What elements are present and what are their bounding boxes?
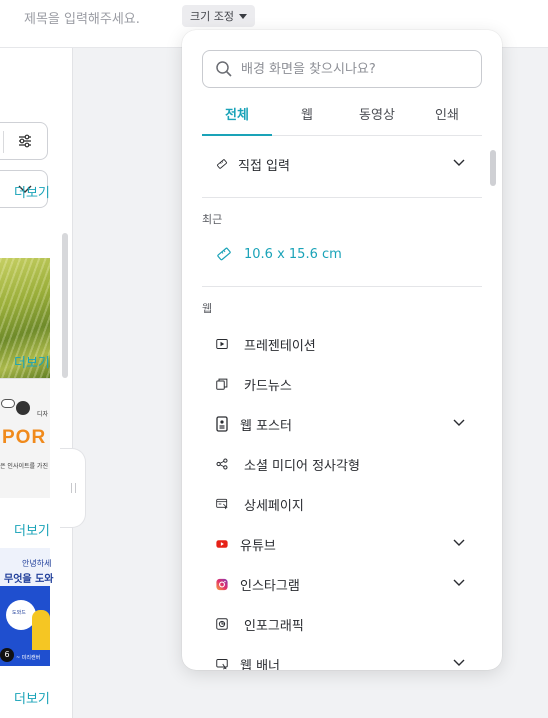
chevron-down-icon xyxy=(453,159,465,166)
thumbnail-tag: 디자 xyxy=(37,411,49,418)
thumbnail-subtitle: 은 인사이트를 가진 xyxy=(0,463,48,470)
divider xyxy=(3,131,4,153)
caret-down-icon xyxy=(238,13,247,19)
size-item-social-square[interactable]: 소셜 미디어 정사각형 xyxy=(202,446,482,482)
ruler-icon xyxy=(202,154,228,174)
page-count-badge: 6 xyxy=(0,648,14,662)
panel-drag-handle[interactable] xyxy=(60,448,86,528)
banner-icon xyxy=(202,654,228,670)
grip-icon xyxy=(71,483,76,493)
size-item-label: 소셜 미디어 정사각형 xyxy=(244,458,360,474)
left-panel: 더보기 더보기 디자 POR 은 인사이트를 가진 더보기 안녕하세 무엇을 도… xyxy=(0,48,73,718)
thumbnail-line: 안녕하세 xyxy=(22,559,52,568)
search-input[interactable] xyxy=(241,61,461,77)
size-item-cardnews[interactable]: 카드뉴스 xyxy=(202,366,482,402)
tab-bar: 전체 웹 동영상 인쇄 xyxy=(202,98,482,136)
thumbnail-figure xyxy=(32,610,50,650)
tab-web[interactable]: 웹 xyxy=(272,98,342,135)
resize-button[interactable]: 크기 조정 xyxy=(182,5,255,27)
cards-icon xyxy=(202,374,228,394)
size-item-infographic[interactable]: 인포그래픽 xyxy=(202,606,482,642)
size-item-web-banner[interactable]: 웹 배너 xyxy=(202,646,482,670)
resize-dropdown: 전체 웹 동영상 인쇄 직접 입력 최근 xyxy=(182,30,502,670)
thumbnail-circle-text: 도와드 xyxy=(12,610,26,616)
sliders-icon xyxy=(19,134,31,148)
template-thumbnail[interactable]: 디자 POR 은 인사이트를 가진 xyxy=(0,378,50,498)
divider xyxy=(202,286,482,287)
share-icon xyxy=(202,454,228,474)
size-item-label: 유튜브 xyxy=(240,538,276,554)
scrollbar[interactable] xyxy=(490,150,496,186)
size-item-label: 인포그래픽 xyxy=(244,618,304,634)
chevron-down-icon xyxy=(453,419,465,426)
thumbnail-footer: ~ 미리캔버 xyxy=(16,655,41,661)
speech-bubble-icon xyxy=(1,399,15,408)
tab-video[interactable]: 동영상 xyxy=(342,98,412,135)
size-item-label: 카드뉴스 xyxy=(244,378,292,394)
direct-input-row[interactable]: 직접 입력 xyxy=(202,146,482,182)
size-item-label: 웹 포스터 xyxy=(240,418,292,434)
direct-input-label: 직접 입력 xyxy=(238,158,290,174)
person-icon xyxy=(16,401,30,415)
more-link[interactable]: 더보기 xyxy=(14,520,50,539)
resize-label: 크기 조정 xyxy=(190,10,234,23)
tab-print[interactable]: 인쇄 xyxy=(412,98,482,135)
tab-all[interactable]: 전체 xyxy=(202,98,272,136)
web-section-title: 웹 xyxy=(202,302,213,315)
scrollbar[interactable] xyxy=(62,233,68,378)
infographic-icon xyxy=(202,614,228,634)
instagram-icon xyxy=(202,574,228,594)
size-item-presentation[interactable]: 프레젠테이션 xyxy=(202,326,482,362)
search-icon xyxy=(216,61,232,77)
size-item-youtube[interactable]: 유튜브 xyxy=(202,526,482,562)
size-item-label: 인스타그램 xyxy=(240,578,300,594)
chevron-down-icon xyxy=(453,539,465,546)
play-box-icon xyxy=(202,334,228,354)
search-box[interactable] xyxy=(202,50,482,88)
size-item-label: 프레젠테이션 xyxy=(244,338,316,354)
recent-size-label: 10.6 x 15.6 cm xyxy=(244,246,342,262)
size-item-label: 웹 배너 xyxy=(240,658,281,671)
chevron-down-icon xyxy=(453,579,465,586)
poster-icon xyxy=(202,414,228,434)
recent-section-title: 최근 xyxy=(202,213,223,226)
size-list: 직접 입력 최근 10.6 x 15.6 cm 웹 프레젠테이션 카드뉴스 웹 … xyxy=(182,136,502,670)
divider xyxy=(202,197,482,198)
size-item-label: 상세페이지 xyxy=(244,498,304,514)
title-input[interactable]: 제목을 입력해주세요. xyxy=(24,8,140,27)
size-item-instagram[interactable]: 인스타그램 xyxy=(202,566,482,602)
more-link[interactable]: 더보기 xyxy=(14,182,50,201)
recent-size-item[interactable]: 10.6 x 15.6 cm xyxy=(202,236,482,272)
size-item-web-poster[interactable]: 웹 포스터 xyxy=(202,406,482,442)
template-thumbnail[interactable]: 안녕하세 무엇을 도와 도와드 6 ~ 미리캔버 xyxy=(0,548,54,666)
more-link[interactable]: 더보기 xyxy=(14,688,50,707)
thumbnail-title: 무엇을 도와 xyxy=(4,574,54,585)
size-item-detail-page[interactable]: 상세페이지 xyxy=(202,486,482,522)
ruler-icon xyxy=(202,246,232,262)
thumbnail-title: POR xyxy=(2,427,47,448)
youtube-icon xyxy=(202,534,228,554)
more-link[interactable]: 더보기 xyxy=(14,352,50,371)
chevron-down-icon xyxy=(453,659,465,666)
detail-page-icon xyxy=(202,494,228,514)
filter-button[interactable] xyxy=(0,122,48,160)
